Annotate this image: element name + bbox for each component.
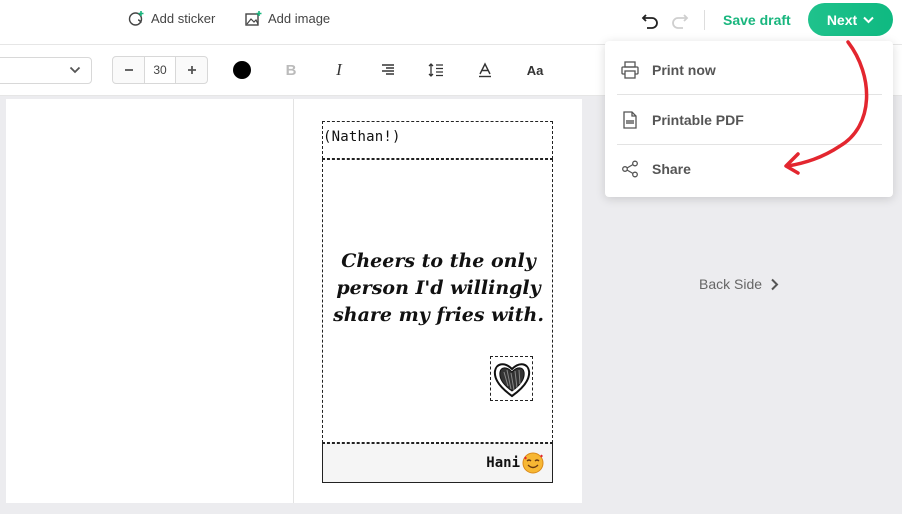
line-height-icon[interactable]	[426, 60, 446, 80]
menu-item-label: Share	[652, 161, 691, 177]
bold-icon[interactable]: B	[281, 60, 301, 80]
card-message: Cheers to the only person I'd willingly …	[333, 250, 544, 326]
text-color-icon[interactable]	[475, 60, 495, 80]
add-image-button[interactable]: Add image	[245, 10, 330, 27]
menu-item-print-now[interactable]: Print now	[605, 46, 893, 94]
plus-icon	[187, 66, 196, 74]
heart-icon	[493, 362, 530, 397]
back-side-button[interactable]: Back Side	[699, 276, 779, 292]
font-size-value[interactable]: 30	[144, 57, 176, 83]
chevron-down-icon	[69, 66, 81, 74]
message-text-box[interactable]: Cheers to the only person I'd willingly …	[322, 159, 553, 443]
sticker-icon	[128, 11, 144, 26]
text-case-icon[interactable]: Aa	[524, 60, 546, 80]
font-size-stepper: 30	[112, 56, 208, 84]
divider	[704, 10, 705, 30]
heart-sticker[interactable]	[490, 356, 533, 401]
font-select[interactable]	[0, 57, 92, 84]
share-icon	[622, 160, 638, 178]
image-icon	[245, 11, 262, 26]
signature-text: Hani	[486, 455, 520, 471]
decrease-size-button[interactable]	[113, 57, 144, 83]
next-dropdown-menu: Print now Printable PDF Share	[605, 41, 893, 197]
recipient-name: (Nathan!)	[323, 129, 401, 145]
smiling-hearts-emoji-icon	[522, 452, 544, 474]
text-color-swatch[interactable]	[233, 61, 251, 79]
printer-icon	[621, 61, 639, 79]
add-sticker-label: Add sticker	[151, 11, 216, 26]
add-sticker-button[interactable]: Add sticker	[128, 10, 215, 27]
back-side-label: Back Side	[699, 276, 763, 292]
pdf-icon	[623, 111, 637, 129]
card-canvas: (Nathan!) Cheers to the only person I'd …	[6, 99, 582, 503]
align-right-icon[interactable]	[378, 60, 398, 80]
increase-size-button[interactable]	[176, 57, 207, 83]
chevron-down-icon	[863, 16, 874, 23]
chevron-right-icon	[771, 278, 779, 290]
save-draft-button[interactable]: Save draft	[723, 12, 791, 28]
menu-item-share[interactable]: Share	[605, 145, 893, 193]
add-image-label: Add image	[268, 11, 331, 26]
menu-item-label: Print now	[652, 62, 716, 78]
top-bar: Add sticker Add image Save draft Next	[0, 0, 902, 44]
signature-box[interactable]: Hani	[322, 443, 553, 483]
card-fold-line	[293, 99, 294, 503]
name-text-box[interactable]: (Nathan!)	[322, 121, 553, 159]
next-label: Next	[826, 11, 858, 28]
menu-item-printable-pdf[interactable]: Printable PDF	[605, 96, 893, 144]
menu-item-label: Printable PDF	[652, 112, 744, 128]
minus-icon	[124, 69, 133, 71]
redo-icon[interactable]	[671, 11, 689, 29]
menu-divider	[617, 94, 882, 95]
undo-icon[interactable]	[641, 11, 659, 29]
next-button[interactable]: Next	[808, 3, 893, 36]
italic-icon[interactable]: I	[329, 60, 349, 80]
